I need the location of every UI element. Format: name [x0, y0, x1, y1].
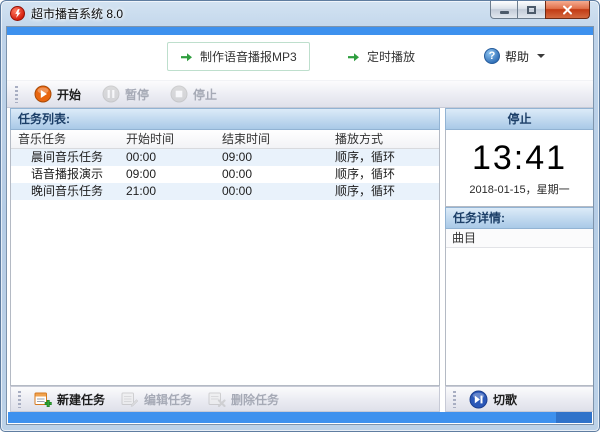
top-band: 制作语音播报MP3 定时播放 ? 帮助	[7, 35, 593, 80]
col-play-mode[interactable]: 播放方式	[328, 130, 439, 148]
make-mp3-button[interactable]: 制作语音播报MP3	[167, 42, 310, 71]
new-task-button[interactable]: 新建任务	[28, 389, 111, 410]
skip-toolbar: 切歌	[445, 386, 594, 412]
edit-task-label: 编辑任务	[144, 391, 192, 408]
bottom-toolbar-row: 新建任务 编辑任务	[7, 386, 593, 412]
clock-date: 2018-01-15，星期一	[469, 181, 569, 197]
task-list-panel: 任务列表: 音乐任务 开始时间 结束时间 播放方式 晨间音乐任务 00:00 0…	[10, 108, 440, 386]
skip-song-button[interactable]: 切歌	[463, 389, 523, 410]
cell-end-time: 09:00	[215, 149, 328, 166]
chevron-down-icon	[537, 54, 545, 58]
task-table[interactable]: 音乐任务 开始时间 结束时间 播放方式 晨间音乐任务 00:00 09:00 顺…	[10, 130, 440, 386]
minimize-icon	[500, 11, 509, 14]
timed-play-label: 定时播放	[367, 48, 415, 65]
cell-start-time: 09:00	[119, 166, 215, 183]
cell-end-time: 00:00	[215, 183, 328, 200]
delete-task-button: 删除任务	[202, 389, 285, 410]
cell-end-time: 00:00	[215, 166, 328, 183]
toolbar-gripper[interactable]	[18, 391, 21, 408]
task-table-header-row: 音乐任务 开始时间 结束时间 播放方式	[11, 130, 439, 149]
pause-button: 暂停	[94, 83, 157, 106]
task-list-header: 任务列表:	[10, 108, 440, 130]
new-task-icon	[34, 391, 52, 408]
status-strip	[8, 412, 592, 423]
maximize-button[interactable]	[518, 1, 545, 19]
green-arrow-icon	[180, 51, 193, 63]
help-button[interactable]: ? 帮助	[484, 45, 545, 67]
cell-start-time: 00:00	[119, 149, 215, 166]
delete-task-icon	[208, 391, 226, 408]
start-button[interactable]: 开始	[26, 83, 89, 106]
make-mp3-label: 制作语音播报MP3	[200, 48, 297, 65]
accent-strip-top	[7, 27, 593, 35]
delete-task-label: 删除任务	[231, 391, 279, 408]
pause-label: 暂停	[125, 86, 149, 103]
table-row[interactable]: 晨间音乐任务 00:00 09:00 顺序，循环	[11, 149, 439, 166]
window-title: 超市播音系统 8.0	[31, 5, 123, 22]
track-column-header[interactable]: 曲目	[446, 229, 593, 248]
cell-play-mode: 顺序，循环	[328, 183, 439, 200]
col-start-time[interactable]: 开始时间	[119, 130, 215, 148]
track-list[interactable]: 曲目	[445, 229, 594, 386]
client-area: 制作语音播报MP3 定时播放 ? 帮助	[6, 26, 594, 425]
maximize-icon	[527, 6, 536, 14]
skip-song-label: 切歌	[493, 391, 517, 408]
col-music-task[interactable]: 音乐任务	[11, 130, 119, 148]
window-controls	[490, 1, 590, 19]
toolbar-gripper[interactable]	[453, 391, 456, 408]
clock-box: 13:41 2018-01-15，星期一	[445, 130, 594, 207]
close-icon	[562, 5, 573, 15]
table-row[interactable]: 语音播报演示 09:00 00:00 顺序，循环	[11, 166, 439, 183]
minimize-button[interactable]	[490, 1, 518, 19]
help-label: 帮助	[505, 48, 529, 65]
resize-grip[interactable]	[556, 412, 592, 423]
table-row[interactable]: 晚间音乐任务 21:00 00:00 顺序，循环	[11, 183, 439, 200]
cell-task-name: 晚间音乐任务	[11, 183, 119, 200]
task-actions-toolbar: 新建任务 编辑任务	[10, 386, 440, 412]
start-label: 开始	[57, 86, 81, 103]
cell-play-mode: 顺序，循环	[328, 149, 439, 166]
main-area: 任务列表: 音乐任务 开始时间 结束时间 播放方式 晨间音乐任务 00:00 0…	[7, 108, 593, 386]
new-task-label: 新建任务	[57, 391, 105, 408]
edit-task-button: 编辑任务	[115, 389, 198, 410]
timed-play-button[interactable]: 定时播放	[335, 42, 427, 71]
status-panel: 停止 13:41 2018-01-15，星期一 任务详情: 曲目	[445, 108, 594, 386]
cell-task-name: 语音播报演示	[11, 166, 119, 183]
cell-start-time: 21:00	[119, 183, 215, 200]
stop-circle-icon	[170, 85, 188, 103]
playback-status-header: 停止	[445, 108, 594, 130]
cell-play-mode: 顺序，循环	[328, 166, 439, 183]
task-details-header: 任务详情:	[445, 207, 594, 229]
close-button[interactable]	[545, 1, 590, 19]
app-icon	[10, 6, 25, 21]
skip-next-icon	[469, 390, 488, 409]
stop-button: 停止	[162, 83, 225, 106]
edit-task-icon	[121, 391, 139, 408]
help-icon: ?	[484, 48, 500, 64]
cell-task-name: 晨间音乐任务	[11, 149, 119, 166]
green-arrow-icon	[347, 51, 360, 63]
toolbar-gripper[interactable]	[15, 86, 18, 103]
stop-label: 停止	[193, 86, 217, 103]
col-end-time[interactable]: 结束时间	[215, 130, 328, 148]
clock-time: 13:41	[472, 139, 567, 178]
pause-circle-icon	[102, 85, 120, 103]
play-circle-icon	[34, 85, 52, 103]
app-window: 超市播音系统 8.0 制作语音播报MP3 定时播放	[0, 0, 600, 432]
transport-toolbar: 开始 暂停 停止	[7, 80, 593, 108]
